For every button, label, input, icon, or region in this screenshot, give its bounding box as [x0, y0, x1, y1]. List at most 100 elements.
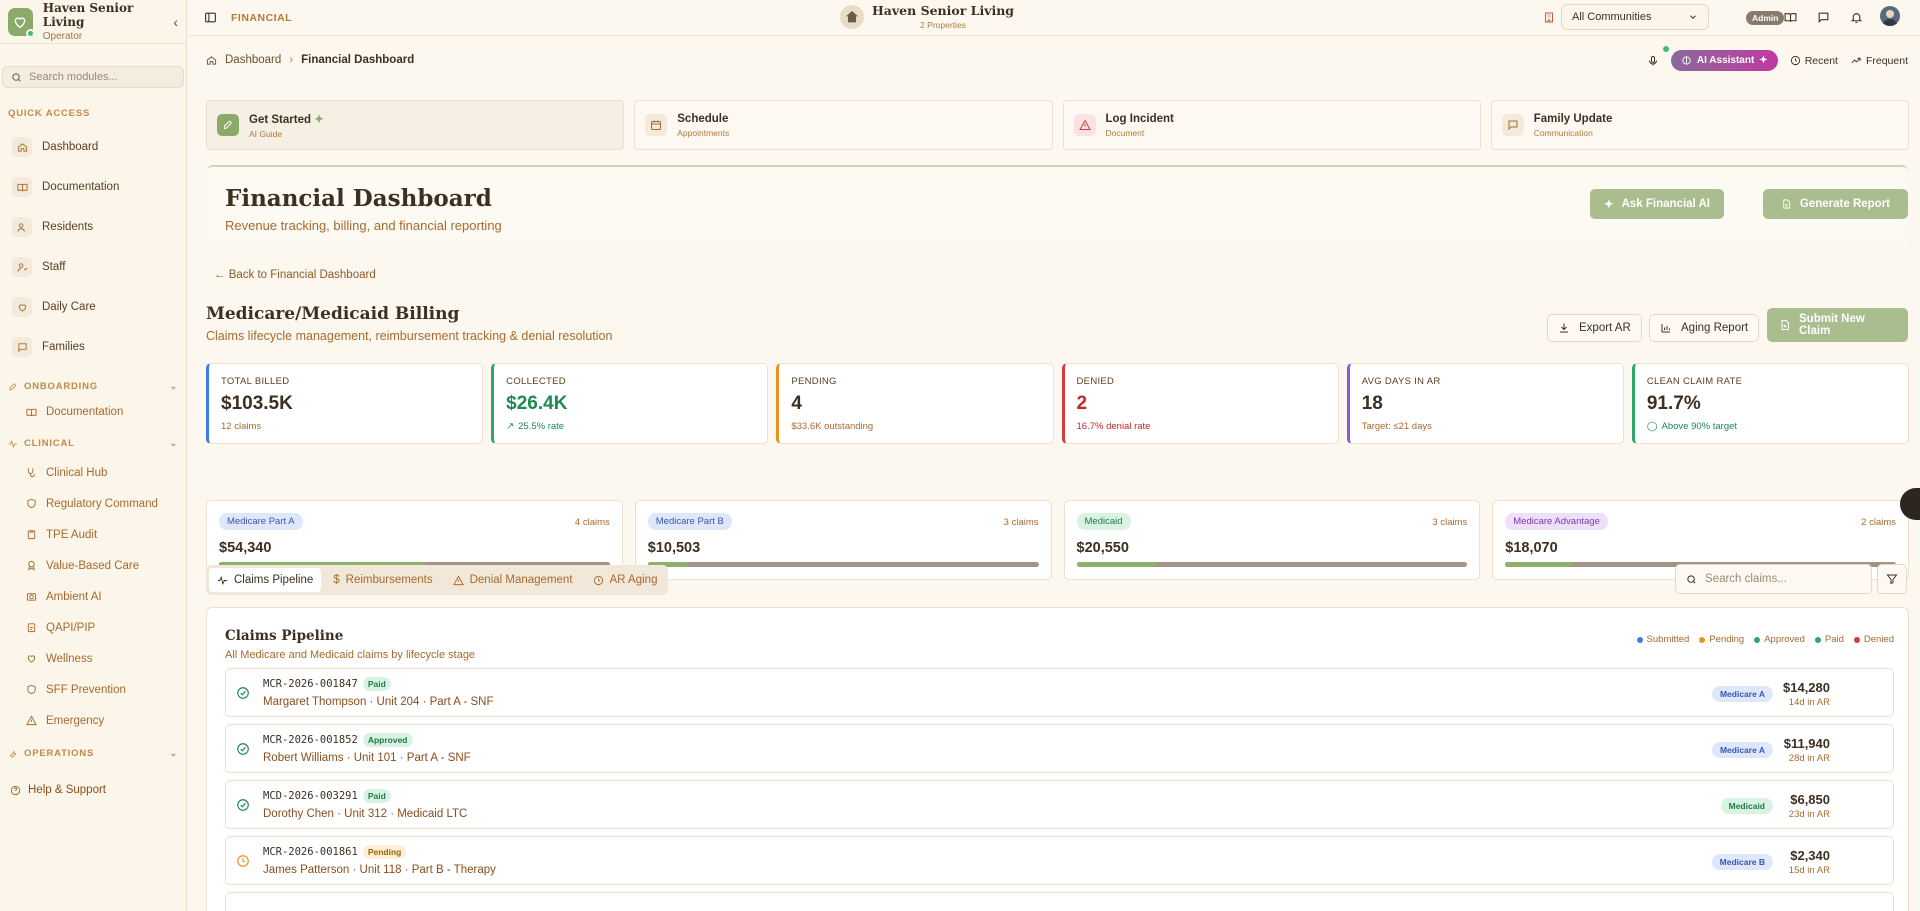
toggle-sidebar-icon[interactable] — [204, 11, 217, 24]
export-ar-button[interactable]: Export AR — [1547, 314, 1642, 342]
page-title: Financial Dashboard — [225, 185, 492, 212]
qa-sub: AI Guide — [249, 128, 283, 139]
frequent-button[interactable]: Frequent — [1850, 55, 1908, 67]
filter-icon — [1886, 574, 1898, 585]
payer-claims: 2 claims — [1861, 517, 1896, 528]
operations-label: OPERATIONS — [24, 748, 95, 759]
top-bar: FINANCIAL Haven Senior Living 2 Properti… — [188, 0, 1920, 36]
home-icon — [12, 137, 32, 157]
get-started-card[interactable]: Get Started ✦ AI Guide — [206, 100, 625, 150]
operations-group[interactable]: OPERATIONS ⌄ — [0, 748, 186, 759]
sidebar-item-label: Emergency — [46, 714, 105, 727]
sidebar-item-daily-care[interactable]: Daily Care — [0, 287, 186, 327]
breadcrumb-home[interactable]: Dashboard — [225, 54, 281, 66]
claim-search-input[interactable]: Search claims... — [1675, 564, 1872, 594]
schedule-card[interactable]: Schedule Appointments — [634, 100, 1053, 150]
file-text-icon — [1781, 198, 1792, 210]
center-brand[interactable]: Haven Senior Living 2 Properties — [840, 3, 1014, 30]
collapse-sidebar-icon[interactable]: ‹ — [173, 14, 178, 30]
aging-report-button[interactable]: Aging Report — [1649, 314, 1760, 342]
claim-row[interactable]: MCD-2026-003291 Paid Dorothy Chen · Unit … — [225, 780, 1894, 829]
sidebar-item-onboarding-documentation[interactable]: Documentation — [0, 400, 186, 424]
claim-row[interactable]: MCR-2026-001847 Paid Margaret Thompson · … — [225, 668, 1894, 717]
admin-badge[interactable]: Admin — [1746, 11, 1785, 25]
claim-row[interactable]: MCR-2026-001852 Approved Robert Williams … — [225, 724, 1894, 773]
family-update-card[interactable]: Family Update Communication — [1490, 100, 1909, 150]
legend-label: Pending — [1709, 634, 1745, 645]
kpi-note: Target: ≤21 days — [1361, 421, 1432, 432]
claim-status-badge: Approved — [362, 733, 413, 747]
sidebar-item-dashboard[interactable]: Dashboard — [0, 127, 186, 167]
qa-title: Family Update — [1533, 112, 1613, 125]
qa-sub: Communication — [1533, 127, 1593, 138]
filter-button[interactable] — [1877, 564, 1907, 594]
claim-status-badge: Paid — [362, 789, 391, 803]
file-plus-icon — [1779, 319, 1791, 331]
sidebar-item-regulatory-command[interactable]: Regulatory Command — [0, 488, 186, 519]
payer-pill: Medicare Advantage — [1505, 513, 1608, 530]
message-icon[interactable] — [1817, 11, 1830, 24]
pipeline-title: Claims Pipeline — [225, 628, 344, 644]
kpi-note-row: ↗ 25.5% rate — [506, 421, 755, 432]
home-icon — [206, 55, 217, 65]
claim-amount: $6,850 — [1790, 792, 1830, 807]
tab-label: Claims Pipeline — [234, 574, 314, 586]
clock-icon — [1790, 55, 1800, 66]
sidebar: Haven Senior Living Operator ‹ Search mo… — [0, 0, 187, 911]
sidebar-item-emergency[interactable]: Emergency — [0, 705, 186, 736]
pulse-icon — [8, 439, 18, 448]
claim-row[interactable] — [225, 892, 1894, 911]
sidebar-item-families[interactable]: Families — [0, 327, 186, 367]
book-open-icon[interactable] — [1784, 11, 1797, 24]
sidebar-item-wellness[interactable]: Wellness — [0, 643, 186, 674]
ask-financial-ai-button[interactable]: ✦ Ask Financial AI — [1589, 189, 1724, 219]
clinical-group[interactable]: CLINICAL ⌄ — [0, 438, 186, 449]
help-support-link[interactable]: Help & Support — [0, 777, 186, 803]
ai-assistant-button[interactable]: AI Assistant ✦ — [1662, 46, 1778, 71]
payer-card-medicare-part-b[interactable]: Medicare Part B 3 claims $10,503 — [634, 500, 1052, 580]
back-link[interactable]: ← Back to Financial Dashboard — [214, 269, 376, 281]
chevron-down-icon: ⌄ — [169, 748, 178, 758]
rocket-icon — [9, 383, 17, 390]
claim-id: MCD-2026-003291 — [263, 790, 358, 802]
search-icon — [1687, 574, 1696, 584]
submit-new-claim-button[interactable]: Submit New Claim — [1767, 308, 1908, 342]
claim-patient: Robert Williams · Unit 101 · Part A - SN… — [263, 752, 471, 764]
recent-button[interactable]: Recent — [1790, 55, 1838, 67]
clipboard-icon — [27, 623, 36, 633]
onboarding-label: ONBOARDING — [24, 381, 98, 392]
tab-reimbursements[interactable]: $ Reimbursements — [325, 568, 440, 592]
avatar[interactable] — [1880, 6, 1900, 26]
payer-card-medicaid[interactable]: Medicaid 3 claims $20,550 — [1063, 500, 1481, 580]
generate-report-button[interactable]: Generate Report — [1762, 189, 1908, 219]
online-indicator — [25, 28, 35, 38]
claim-days: 15d in AR — [1788, 865, 1830, 876]
sidebar-item-ambient-ai[interactable]: Ambient AI — [0, 581, 186, 612]
sidebar-item-staff[interactable]: Staff — [0, 247, 186, 287]
tab-ar-aging[interactable]: AR Aging — [585, 568, 666, 592]
qa-title: Get Started — [249, 113, 311, 126]
log-incident-card[interactable]: Log Incident Document — [1062, 100, 1481, 150]
onboarding-group[interactable]: ONBOARDING ⌄ — [0, 381, 186, 392]
claim-patient: Dorothy Chen · Unit 312 · Medicaid LTC — [263, 808, 468, 820]
sidebar-item-value-based-care[interactable]: Value-Based Care — [0, 550, 186, 581]
section-subtitle: Claims lifecycle management, reimburseme… — [206, 329, 613, 343]
tab-denial-management[interactable]: Denial Management — [445, 568, 581, 592]
sidebar-item-residents[interactable]: Residents — [0, 207, 186, 247]
kpi-label: PENDING — [791, 376, 837, 387]
bell-icon[interactable] — [1850, 11, 1863, 24]
sidebar-item-clinical-hub[interactable]: Clinical Hub — [0, 457, 186, 488]
sidebar-item-documentation[interactable]: Documentation — [0, 167, 186, 207]
tab-claims-pipeline[interactable]: Claims Pipeline — [209, 568, 322, 592]
bar-chart-icon — [1661, 324, 1670, 333]
claim-row[interactable]: MCR-2026-001861 Pending James Patterson ·… — [225, 836, 1894, 885]
module-search-input[interactable]: Search modules... — [2, 66, 184, 88]
sidebar-item-qapi-pip[interactable]: QAPI/PIP — [0, 612, 186, 643]
sidebar-item-sff-prevention[interactable]: SFF Prevention — [0, 674, 186, 705]
community-select[interactable]: All Communities — [1561, 4, 1709, 30]
claim-patient: James Patterson · Unit 118 · Part B - Th… — [263, 864, 496, 876]
sidebar-item-tpe-audit[interactable]: TPE Audit — [0, 519, 186, 550]
clinical-label: CLINICAL — [24, 438, 75, 449]
payer-pill: Medicaid — [1076, 513, 1131, 530]
microphone-icon[interactable] — [1647, 55, 1659, 67]
